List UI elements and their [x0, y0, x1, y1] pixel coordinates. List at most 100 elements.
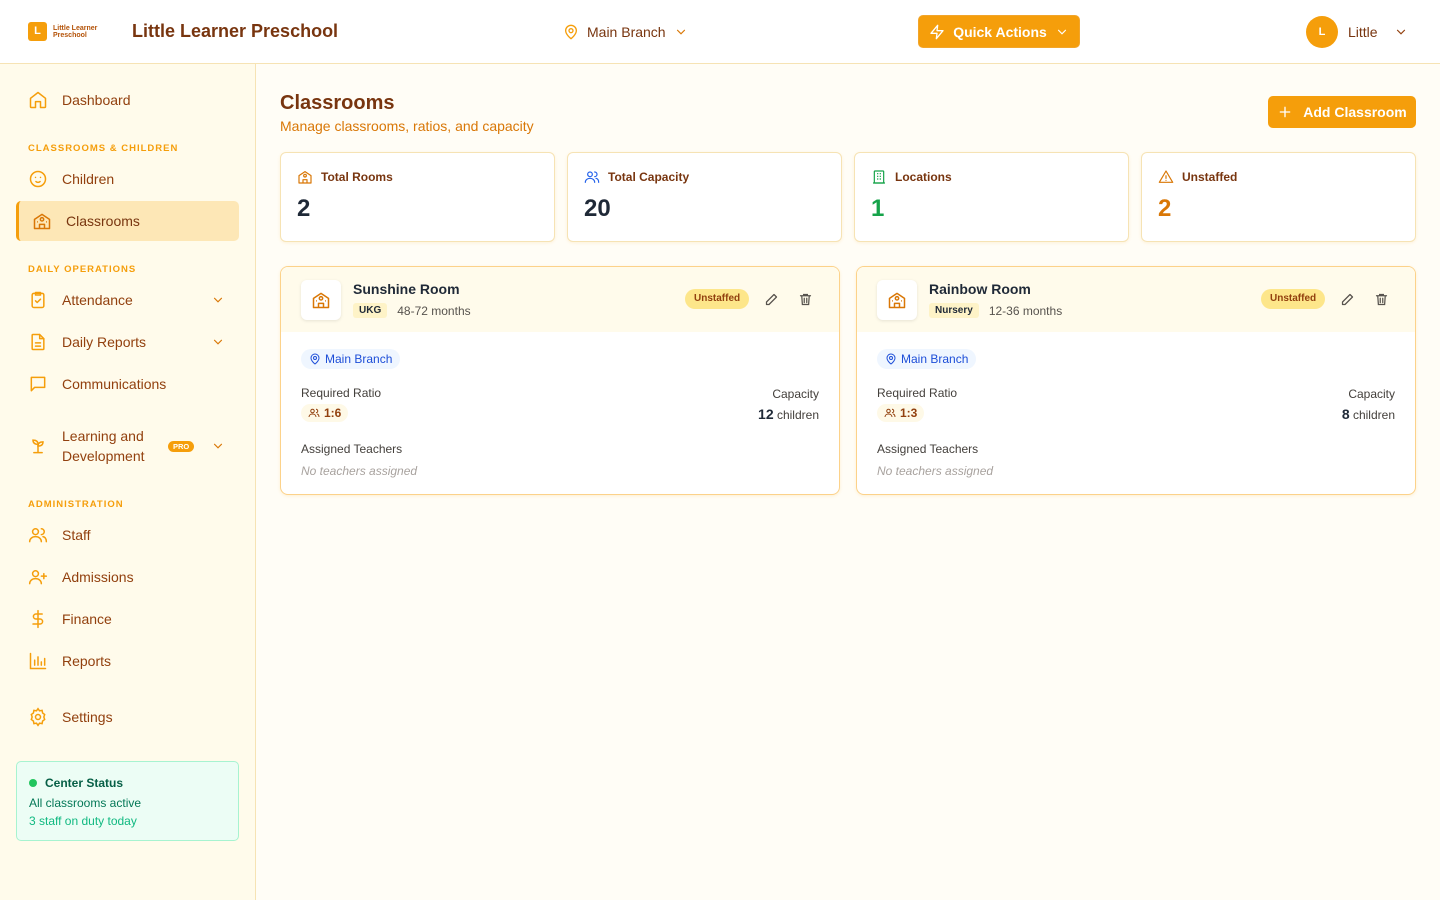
- sidebar-item-label: Communications: [62, 376, 167, 392]
- teachers-empty: No teachers assigned: [877, 464, 994, 478]
- logo-mark: L: [28, 22, 47, 41]
- teachers-empty: No teachers assigned: [301, 464, 418, 478]
- stat-label: Locations: [895, 170, 952, 184]
- chevron-down-icon: [211, 293, 225, 307]
- stat-label: Total Capacity: [608, 170, 690, 184]
- ratio-badge: 1:3: [877, 404, 925, 422]
- sidebar-item-label: Children: [62, 171, 115, 187]
- status-line-staff: 3 staff on duty today: [29, 814, 137, 828]
- edit-icon[interactable]: [763, 291, 779, 307]
- stat-label: Total Rooms: [321, 170, 393, 184]
- section-label-classrooms: CLASSROOMS & CHILDREN: [28, 143, 179, 154]
- stat-card-total-rooms: Total Rooms 2: [280, 152, 555, 242]
- quick-actions-label: Quick Actions: [953, 23, 1047, 40]
- capacity-label: Capacity: [772, 387, 819, 401]
- users-icon: [28, 525, 48, 545]
- teachers-label: Assigned Teachers: [877, 442, 979, 456]
- page-subtitle: Manage classrooms, ratios, and capacity: [280, 118, 534, 134]
- status-line-classrooms: All classrooms active: [29, 796, 142, 810]
- sidebar-item-finance[interactable]: Finance: [16, 599, 239, 639]
- status-badge: Unstaffed: [685, 289, 750, 309]
- sidebar-item-label: Admissions: [62, 569, 134, 585]
- user-menu[interactable]: L Little: [1306, 16, 1408, 48]
- sidebar-item-learning[interactable]: Learning and Development PRO: [16, 416, 239, 476]
- sidebar-item-label: Finance: [62, 611, 112, 627]
- location-label: Main Branch: [325, 352, 393, 366]
- age-range: 12-36 months: [988, 303, 1063, 318]
- sidebar-item-attendance[interactable]: Attendance: [16, 280, 239, 320]
- chevron-down-icon: [674, 25, 688, 39]
- sidebar-item-label: Attendance: [62, 292, 133, 308]
- age-range: 48-72 months: [397, 303, 471, 318]
- stat-value: 2: [297, 195, 311, 222]
- stat-card-locations: Locations 1: [854, 152, 1129, 242]
- classroom-card-sunshine[interactable]: Sunshine Room UKG 48-72 months Unstaffed…: [280, 266, 840, 495]
- section-label-daily: DAILY OPERATIONS: [28, 264, 137, 275]
- status-badge: Unstaffed: [1261, 289, 1326, 309]
- sidebar-item-reports[interactable]: Reports: [16, 641, 239, 681]
- classroom-card-header: Rainbow Room Nursery 12-36 months Unstaf…: [857, 267, 1415, 332]
- sidebar-item-admissions[interactable]: Admissions: [16, 557, 239, 597]
- pro-badge: PRO: [168, 441, 195, 452]
- sidebar-item-staff[interactable]: Staff: [16, 515, 239, 555]
- quick-actions-button[interactable]: Quick Actions: [918, 15, 1080, 48]
- learning-line-1: Learning and: [62, 428, 144, 444]
- sidebar-item-label: Dashboard: [62, 92, 131, 108]
- map-pin-icon: [885, 353, 897, 365]
- capacity-value: 12 children: [758, 406, 819, 422]
- sidebar-item-label: Classrooms: [66, 213, 140, 229]
- alert-triangle-icon: [1158, 169, 1174, 185]
- capacity-number: 12: [758, 406, 774, 422]
- add-classroom-button[interactable]: Add Classroom: [1268, 96, 1416, 128]
- trash-icon[interactable]: [797, 291, 813, 307]
- users-icon: [884, 407, 896, 419]
- chevron-down-icon: [1394, 25, 1408, 39]
- ratio-value: 1:3: [900, 406, 918, 420]
- stat-label: Unstaffed: [1182, 170, 1238, 184]
- capacity-unit: children: [776, 408, 819, 422]
- trash-icon[interactable]: [1373, 291, 1389, 307]
- sidebar-item-dashboard[interactable]: Dashboard: [16, 80, 239, 120]
- map-pin-icon: [563, 24, 579, 40]
- stat-value: 1: [871, 195, 885, 222]
- classroom-name: Rainbow Room: [929, 281, 1031, 297]
- dollar-sign-icon: [28, 609, 48, 629]
- branch-select[interactable]: Main Branch: [563, 20, 688, 44]
- location-tag: Main Branch: [877, 349, 977, 369]
- stat-card-total-capacity: Total Capacity 20: [567, 152, 842, 242]
- grade-tag: UKG: [353, 303, 388, 318]
- sidebar-item-daily-reports[interactable]: Daily Reports: [16, 322, 239, 362]
- sidebar-item-children[interactable]: Children: [16, 159, 239, 199]
- map-pin-icon: [309, 353, 321, 365]
- edit-icon[interactable]: [1339, 291, 1355, 307]
- logo-text: Little Learner Preschool: [53, 25, 98, 39]
- stat-card-unstaffed: Unstaffed 2: [1141, 152, 1416, 242]
- sidebar-item-communications[interactable]: Communications: [16, 364, 239, 404]
- clipboard-check-icon: [28, 290, 48, 310]
- message-square-icon: [28, 374, 48, 394]
- school-icon: [877, 280, 917, 320]
- center-status-panel: Center Status All classrooms active 3 st…: [16, 761, 239, 841]
- building-icon: [871, 169, 887, 185]
- sidebar-item-classrooms[interactable]: Classrooms: [16, 201, 239, 241]
- app-title: Little Learner Preschool: [132, 21, 339, 41]
- top-header: L Little Learner Preschool Little Learne…: [0, 0, 1440, 64]
- bar-chart-icon: [28, 651, 48, 671]
- sidebar-item-label: Daily Reports: [62, 334, 147, 350]
- chevron-down-icon: [211, 335, 225, 349]
- avatar: L: [1306, 16, 1338, 48]
- learning-line-2: Development: [62, 448, 145, 464]
- sidebar-item-label: Learning and Development: [62, 426, 145, 466]
- chevron-down-icon: [211, 439, 225, 453]
- location-tag: Main Branch: [301, 349, 401, 369]
- school-icon: [301, 280, 341, 320]
- classroom-card-rainbow[interactable]: Rainbow Room Nursery 12-36 months Unstaf…: [856, 266, 1416, 495]
- sidebar-item-label: Staff: [62, 527, 91, 543]
- ratio-value: 1:6: [324, 406, 342, 420]
- plus-icon: [1277, 104, 1293, 120]
- sidebar-item-label: Settings: [62, 709, 113, 725]
- school-icon: [32, 211, 52, 231]
- file-text-icon: [28, 332, 48, 352]
- branch-label: Main Branch: [587, 24, 666, 40]
- sidebar-item-settings[interactable]: Settings: [16, 697, 239, 737]
